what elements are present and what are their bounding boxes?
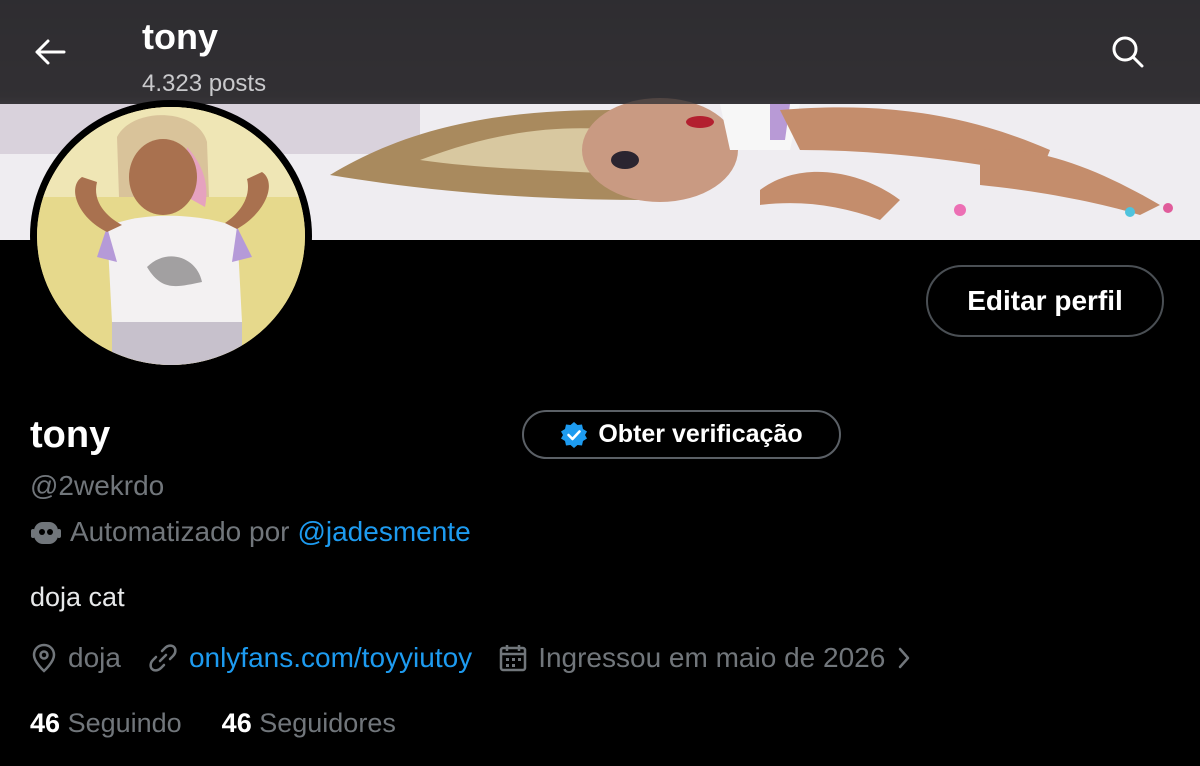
avatar-image xyxy=(37,107,305,365)
top-bar: tony 4.323 posts xyxy=(0,0,1200,104)
search-button[interactable] xyxy=(1104,28,1152,76)
search-icon xyxy=(1112,36,1144,68)
edit-profile-button[interactable]: Editar perfil xyxy=(926,265,1164,337)
link-icon xyxy=(149,644,177,672)
automated-prefix: Automatizado por xyxy=(70,516,290,547)
back-arrow-icon xyxy=(35,39,66,65)
location-icon xyxy=(32,643,56,673)
follow-stats: 46 Seguindo 46 Seguidores xyxy=(30,708,396,739)
website-link[interactable]: onlyfans.com/toyyiutoy xyxy=(189,642,472,674)
get-verified-button[interactable]: Obter verificação xyxy=(522,410,841,459)
header-title: tony xyxy=(142,16,218,57)
following-count: 46 xyxy=(30,708,61,738)
joined-label: Ingressou em maio de 2026 xyxy=(538,642,886,673)
calendar-icon xyxy=(499,645,527,672)
following-link[interactable]: 46 Seguindo xyxy=(30,708,182,739)
bot-icon xyxy=(31,522,61,544)
following-label: Seguindo xyxy=(67,708,182,738)
joined-date[interactable]: Ingressou em maio de 2026 xyxy=(498,642,913,674)
location-label: doja xyxy=(68,642,121,673)
automated-by-link[interactable]: @jadesmente xyxy=(297,516,470,548)
profile-name: tony xyxy=(30,414,111,456)
get-verified-label: Obter verificação xyxy=(598,420,803,448)
profile-bio: doja cat xyxy=(30,582,125,612)
automated-by: Automatizado por @jadesmente xyxy=(30,516,471,548)
verified-badge-icon xyxy=(561,421,588,448)
post-count: 4.323 posts xyxy=(142,70,267,97)
profile-meta: doja onlyfans.com/toyyiutoy Ingressou em… xyxy=(30,642,939,674)
followers-label: Seguidores xyxy=(259,708,396,738)
followers-count: 46 xyxy=(221,708,252,738)
profile-handle: @2wekrdo xyxy=(30,470,165,501)
location: doja xyxy=(30,642,121,674)
chevron-right-icon xyxy=(899,647,910,669)
website: onlyfans.com/toyyiutoy xyxy=(147,642,472,674)
followers-link[interactable]: 46 Seguidores xyxy=(222,708,396,739)
avatar[interactable] xyxy=(30,100,312,372)
back-button[interactable] xyxy=(26,28,74,76)
